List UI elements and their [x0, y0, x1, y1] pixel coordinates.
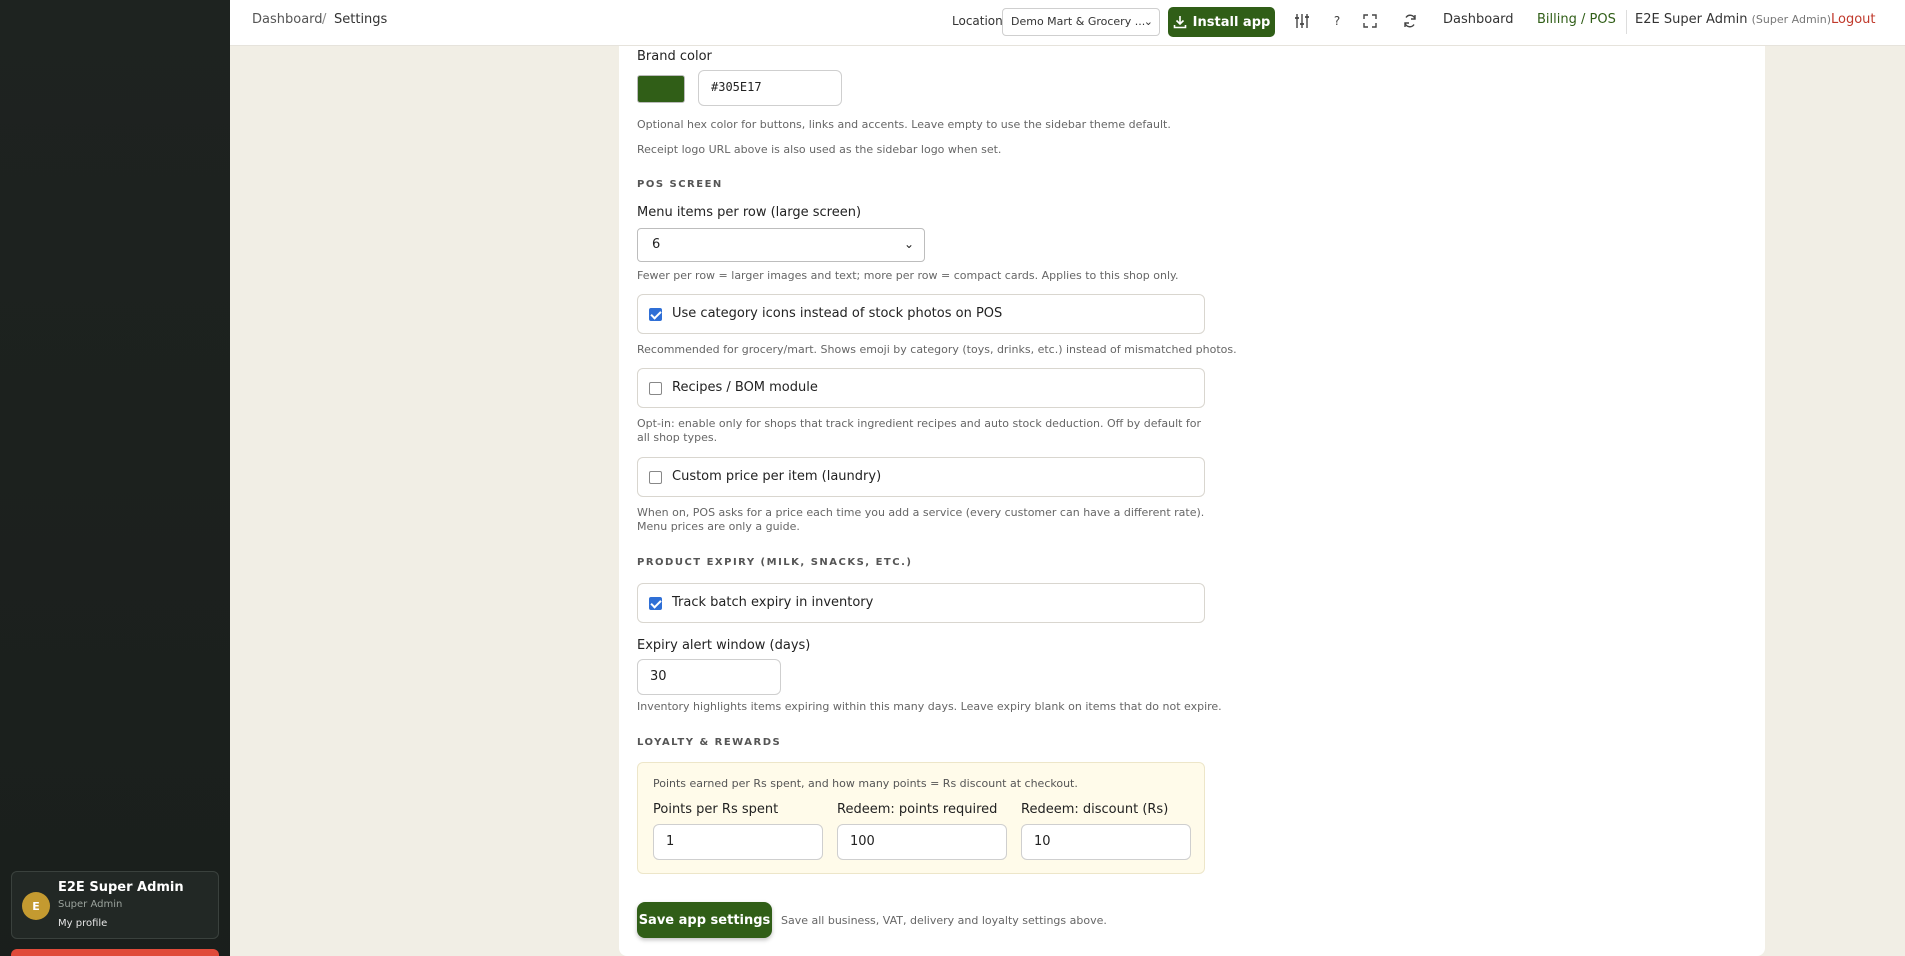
avatar: E [22, 892, 50, 920]
location-label: Location [952, 14, 1003, 28]
breadcrumb-current: Settings [334, 12, 388, 27]
sidebar-action-button[interactable] [11, 949, 219, 956]
recipes-help: Opt-in: enable only for shops that track… [637, 417, 1202, 444]
admin-role: (Super Admin) [1751, 13, 1831, 26]
recipes-option[interactable]: Recipes / BOM module [637, 368, 1205, 408]
save-app-settings-button[interactable]: Save app settings [637, 902, 772, 938]
logo-help: Receipt logo URL above is also used as t… [637, 143, 1002, 156]
category-icons-help: Recommended for grocery/mart. Shows emoj… [637, 343, 1237, 356]
menu-items-label: Menu items per row (large screen) [637, 205, 862, 220]
chevron-down-icon: ⌄ [903, 237, 914, 251]
sidebar: E E2E Super Admin Super Admin My profile [0, 0, 230, 956]
help-icon[interactable]: ? [1326, 10, 1348, 32]
loyalty-intro: Points earned per Rs spent, and how many… [653, 777, 1078, 790]
menu-items-help: Fewer per row = larger images and text; … [637, 269, 1179, 282]
custom-price-checkbox[interactable] [649, 471, 662, 484]
brand-color-input[interactable]: #305E17 [698, 70, 842, 106]
category-icons-option[interactable]: Use category icons instead of stock phot… [637, 294, 1205, 334]
custom-price-label: Custom price per item (laundry) [672, 469, 882, 484]
expiry-heading: PRODUCT EXPIRY (MILK, SNACKS, ETC.) [637, 557, 913, 568]
loyalty-panel: Points earned per Rs spent, and how many… [637, 762, 1205, 874]
fullscreen-icon[interactable] [1359, 10, 1381, 32]
brand-color-swatch[interactable] [637, 75, 685, 103]
profile-card[interactable]: E E2E Super Admin Super Admin My profile [11, 871, 219, 939]
install-app-label: Install app [1192, 14, 1271, 30]
location-select[interactable]: Demo Mart & Grocery ... ⌄ [1002, 8, 1160, 36]
my-profile-link[interactable]: My profile [58, 918, 107, 929]
brand-color-help: Optional hex color for buttons, links an… [637, 118, 1171, 131]
loyalty-heading: LOYALTY & REWARDS [637, 737, 782, 748]
redeem-points-input[interactable]: 100 [837, 824, 1007, 860]
redeem-discount-input[interactable]: 10 [1021, 824, 1191, 860]
expiry-window-input[interactable]: 30 [637, 659, 781, 695]
points-label: Points per Rs spent [653, 802, 779, 817]
admin-name: E2E Super Admin (Super Admin) [1635, 12, 1831, 27]
menu-items-select[interactable]: 6 ⌄ [637, 228, 925, 262]
recipes-checkbox[interactable] [649, 382, 662, 395]
chevron-down-icon: ⌄ [1143, 15, 1153, 28]
custom-price-option[interactable]: Custom price per item (laundry) [637, 457, 1205, 497]
menu-items-value: 6 [652, 237, 661, 252]
redeem-points-label: Redeem: points required [837, 802, 998, 817]
topbar-divider [1626, 10, 1627, 34]
location-value: Demo Mart & Grocery ... [1011, 15, 1146, 28]
breadcrumb-dashboard[interactable]: Dashboard [252, 12, 323, 27]
admin-name-text: E2E Super Admin [1635, 12, 1748, 27]
download-icon [1173, 16, 1186, 29]
refresh-icon[interactable] [1399, 10, 1421, 32]
expiry-window-help: Inventory highlights items expiring with… [637, 700, 1222, 713]
recipes-label: Recipes / BOM module [672, 380, 818, 395]
track-expiry-checkbox[interactable] [649, 597, 662, 610]
profile-name: E2E Super Admin [58, 880, 184, 895]
profile-role: Super Admin [58, 899, 123, 910]
nav-billing-link[interactable]: Billing / POS [1537, 12, 1616, 27]
track-expiry-label: Track batch expiry in inventory [672, 595, 874, 610]
pos-screen-heading: POS SCREEN [637, 179, 723, 190]
topbar: Dashboard / Settings Location Demo Mart … [230, 0, 1905, 46]
category-icons-checkbox[interactable] [649, 308, 662, 321]
brand-color-label: Brand color [637, 49, 712, 64]
track-expiry-option[interactable]: Track batch expiry in inventory [637, 583, 1205, 623]
custom-price-help: When on, POS asks for a price each time … [637, 506, 1205, 533]
logout-link[interactable]: Logout [1831, 12, 1876, 27]
install-app-button[interactable]: Install app [1168, 7, 1275, 37]
save-help: Save all business, VAT, delivery and loy… [781, 914, 1107, 927]
redeem-discount-label: Redeem: discount (Rs) [1021, 802, 1169, 817]
sliders-icon[interactable] [1291, 10, 1313, 32]
points-input[interactable]: 1 [653, 824, 823, 860]
category-icons-label: Use category icons instead of stock phot… [672, 306, 1003, 321]
breadcrumb-separator: / [322, 12, 327, 27]
expiry-window-label: Expiry alert window (days) [637, 638, 811, 653]
nav-dashboard-link[interactable]: Dashboard [1443, 12, 1514, 27]
